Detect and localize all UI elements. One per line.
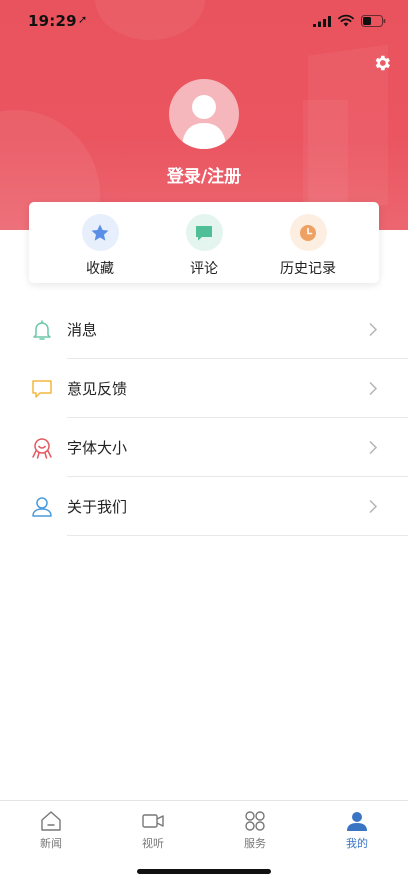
quick-actions-card: 收藏 评论 历史记录 xyxy=(29,202,379,283)
comment-icon xyxy=(196,225,212,240)
login-register-link[interactable]: 登录/注册 xyxy=(0,162,408,187)
star-icon xyxy=(91,224,109,241)
user-outline-icon xyxy=(32,497,52,517)
font-size-icon xyxy=(32,438,52,459)
menu-item-about-us[interactable]: 关于我们 xyxy=(0,477,408,536)
avatar[interactable] xyxy=(169,79,239,149)
tab-label: 我的 xyxy=(346,837,368,850)
settings-menu: 消息 意见反馈 字体大小 关于我们 xyxy=(0,300,408,536)
history-icon-circle xyxy=(289,214,327,251)
menu-item-label: 消息 xyxy=(67,321,98,339)
cellular-signal-icon xyxy=(313,16,331,27)
chevron-right-icon xyxy=(369,322,378,337)
chevron-right-icon xyxy=(369,499,378,514)
menu-item-feedback[interactable]: 意见反馈 xyxy=(0,359,408,418)
default-avatar-icon xyxy=(182,95,226,149)
bell-icon xyxy=(33,320,51,340)
status-bar: 19:29 ➚ xyxy=(0,0,408,44)
video-icon xyxy=(142,814,164,828)
tab-label: 新闻 xyxy=(40,837,62,850)
grid-icon xyxy=(245,811,265,831)
chevron-right-icon xyxy=(369,381,378,396)
tab-video[interactable]: 视听 xyxy=(102,809,204,851)
clock-icon xyxy=(300,224,316,241)
favorites-button[interactable]: 收藏 xyxy=(55,214,145,277)
status-time: 19:29 xyxy=(28,12,77,30)
wifi-icon xyxy=(338,14,354,27)
tab-services[interactable]: 服务 xyxy=(204,809,306,851)
favorites-icon-circle xyxy=(81,214,119,251)
menu-item-font-size[interactable]: 字体大小 xyxy=(0,418,408,477)
menu-item-label: 意见反馈 xyxy=(67,380,128,398)
tab-label: 视听 xyxy=(142,837,164,850)
comments-button[interactable]: 评论 xyxy=(159,214,249,277)
tab-mine[interactable]: 我的 xyxy=(306,809,408,851)
feedback-icon xyxy=(32,380,52,398)
history-label: 历史记录 xyxy=(280,261,336,277)
menu-item-messages[interactable]: 消息 xyxy=(0,300,408,359)
home-icon xyxy=(41,811,61,831)
menu-item-label: 关于我们 xyxy=(67,498,128,516)
tab-label: 服务 xyxy=(244,837,266,850)
battery-icon xyxy=(361,15,386,27)
person-icon xyxy=(347,812,367,831)
location-arrow-icon: ➚ xyxy=(78,13,88,26)
menu-item-label: 字体大小 xyxy=(67,439,128,457)
settings-gear-icon[interactable] xyxy=(372,53,392,73)
comments-icon-circle xyxy=(185,214,223,251)
comments-label: 评论 xyxy=(190,261,218,277)
chevron-right-icon xyxy=(369,440,378,455)
divider xyxy=(67,535,408,536)
history-button[interactable]: 历史记录 xyxy=(263,214,353,277)
favorites-label: 收藏 xyxy=(86,261,114,277)
tab-news[interactable]: 新闻 xyxy=(0,809,102,851)
home-indicator[interactable] xyxy=(137,869,271,874)
